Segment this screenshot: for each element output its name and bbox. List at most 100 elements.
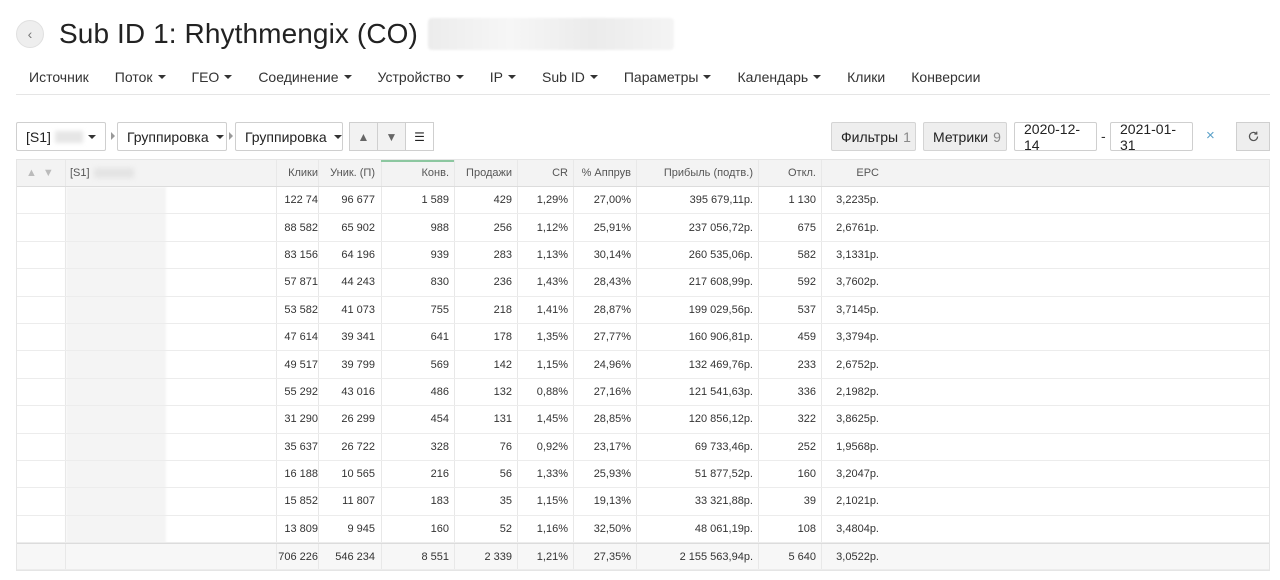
table-cell: 11 807 (342, 495, 375, 508)
total-cell: 706 226 (278, 550, 318, 563)
nav-item[interactable]: Поток (102, 60, 179, 95)
table-cell: 328 (430, 440, 449, 453)
column-divider (65, 515, 66, 543)
column-header: Уник. (П) (330, 167, 375, 179)
date-from-input[interactable]: 2020-12-14 (1014, 120, 1097, 153)
table-cell: 641 (430, 331, 449, 344)
column-header: Конв. (421, 167, 450, 179)
grouping-select-2[interactable]: Группировка (235, 122, 343, 151)
table-row: 83 156 64 196 939 283 1,13% 30,14% 260 535,06р… (17, 241, 1269, 270)
nav-item[interactable]: Sub ID (529, 60, 611, 95)
total-cell: 8 551 (421, 550, 449, 563)
table-cell: 755 (430, 303, 449, 316)
nav-item[interactable]: Устройство (365, 60, 477, 95)
table-cell: 537 (797, 303, 816, 316)
table-cell: 23,17% (593, 440, 631, 453)
table-cell: 33 321,88р. (694, 495, 753, 508)
chevron-down-icon (224, 75, 233, 79)
table-cell: 27,77% (593, 331, 631, 344)
table-cell: 15 852 (284, 495, 318, 508)
page-title: Sub ID 1: Rhythmengix (CO) (59, 18, 418, 49)
table-cell: 64 196 (341, 248, 375, 261)
clear-dates-button[interactable]: × (1206, 127, 1215, 144)
nav-item[interactable]: Календарь (724, 60, 834, 95)
table-cell: 1,41% (536, 303, 568, 316)
total-cell: 546 234 (335, 550, 375, 563)
table-row: 49 517 39 799 569 142 1,15% 24,96% 132 469,76р… (17, 351, 1269, 379)
date-to-input[interactable]: 2021-01-31 (1110, 120, 1193, 153)
table-cell: 216 (430, 468, 449, 481)
table-row: 47 614 39 341 641 178 1,35% 27,77% 160 906,81р… (17, 323, 1269, 352)
table-cell: 237 056,72р. (688, 221, 753, 234)
table-cell: 48 061,19р. (694, 522, 753, 535)
table-cell: 26 722 (341, 440, 375, 453)
nav-item-label: Клики (847, 69, 886, 85)
table-cell: 19,13% (593, 495, 631, 508)
table-cell: 1,35% (536, 331, 568, 344)
table-cell: 47 614 (284, 331, 318, 344)
header-name-label: [S1] (70, 167, 90, 179)
nav-item-label: IP (489, 69, 504, 85)
nav-item[interactable]: IP (477, 60, 529, 95)
table-cell: 336 (797, 385, 816, 398)
back-button[interactable]: ‹ (16, 20, 44, 48)
filters-count: 1 (903, 128, 911, 145)
table-cell: 283 (493, 248, 512, 261)
nav-item[interactable]: Соединение (245, 60, 364, 95)
nav-item[interactable]: ГЕО (179, 60, 246, 95)
date-to-value: 2021-01-31 (1120, 120, 1177, 153)
column-divider (65, 296, 66, 323)
totals-row: 706 226 546 234 8 551 2 339 1,21% 27,35% 2 155… (17, 543, 1269, 571)
table-cell: 122 74 (284, 194, 318, 207)
table-cell: 3,8625р. (836, 413, 879, 426)
refresh-button[interactable] (1236, 122, 1270, 151)
list-view-button[interactable]: ☰ (405, 122, 434, 151)
date-from-value: 2020-12-14 (1024, 120, 1081, 153)
nav-item[interactable]: Параметры (611, 60, 725, 95)
column-header: Прибыль (подтв.) (663, 167, 753, 179)
table-cell: 55 292 (284, 385, 318, 398)
nav-item-label: Устройство (377, 69, 451, 85)
thumbs-up-filter-button[interactable]: ▲ (349, 122, 378, 151)
grouping-select-1[interactable]: Группировка (117, 122, 227, 151)
table-cell: 57 871 (284, 276, 318, 289)
chevron-down-icon (343, 75, 352, 79)
column-header: % Аппрув (581, 167, 631, 179)
table-cell: 35 (499, 495, 512, 508)
filters-button[interactable]: Фильтры 1 (831, 122, 916, 151)
total-cell: 1,21% (536, 550, 568, 563)
thumbs-down-filter-button[interactable]: ▼ (377, 122, 406, 151)
table-cell: 160 (430, 522, 449, 535)
table-cell: 3,1331р. (836, 248, 879, 261)
stats-table: ▲ ▼ [S1] Клики Уник. (П) Конв. Продажи CR% Аппр… (16, 159, 1270, 572)
thumbs-down-icon[interactable]: ▼ (43, 167, 54, 179)
table-cell: 459 (797, 331, 816, 344)
table-cell: 218 (493, 303, 512, 316)
header-name[interactable]: [S1] (65, 160, 265, 186)
total-cell: 2 155 563,94р. (679, 550, 753, 563)
table-cell: 56 (499, 468, 512, 481)
date-separator: - (1101, 128, 1106, 144)
table-cell: 39 799 (341, 358, 375, 371)
nav-item[interactable]: Конверсии (898, 60, 993, 95)
table-cell: 3,2235р. (836, 194, 879, 207)
nav-item[interactable]: Источник (16, 60, 102, 95)
table-cell: 2,1021р. (836, 495, 879, 508)
redacted-header (93, 168, 134, 178)
table-cell: 16 188 (284, 468, 318, 481)
metrics-button[interactable]: Метрики 9 (923, 122, 1007, 151)
column-divider (65, 187, 66, 214)
table-row: 122 74 96 677 1 589 429 1,29% 27,00% 395 679,1… (17, 187, 1269, 215)
table-cell: 52 (499, 522, 512, 535)
thumbs-up-icon[interactable]: ▲ (26, 167, 37, 179)
table-row: 53 582 41 073 755 218 1,41% 28,87% 199 029,56р… (17, 296, 1269, 324)
column-header: Клики (288, 167, 318, 179)
table-cell: 132 469,76р. (688, 358, 753, 371)
nav-item[interactable]: Клики (834, 60, 898, 95)
table-cell: 3,4804р. (836, 522, 879, 535)
source-select[interactable]: [S1] (16, 122, 106, 151)
table-cell: 28,43% (593, 276, 631, 289)
table-cell: 178 (493, 331, 512, 344)
table-cell: 988 (430, 221, 449, 234)
table-cell: 160 (797, 468, 816, 481)
